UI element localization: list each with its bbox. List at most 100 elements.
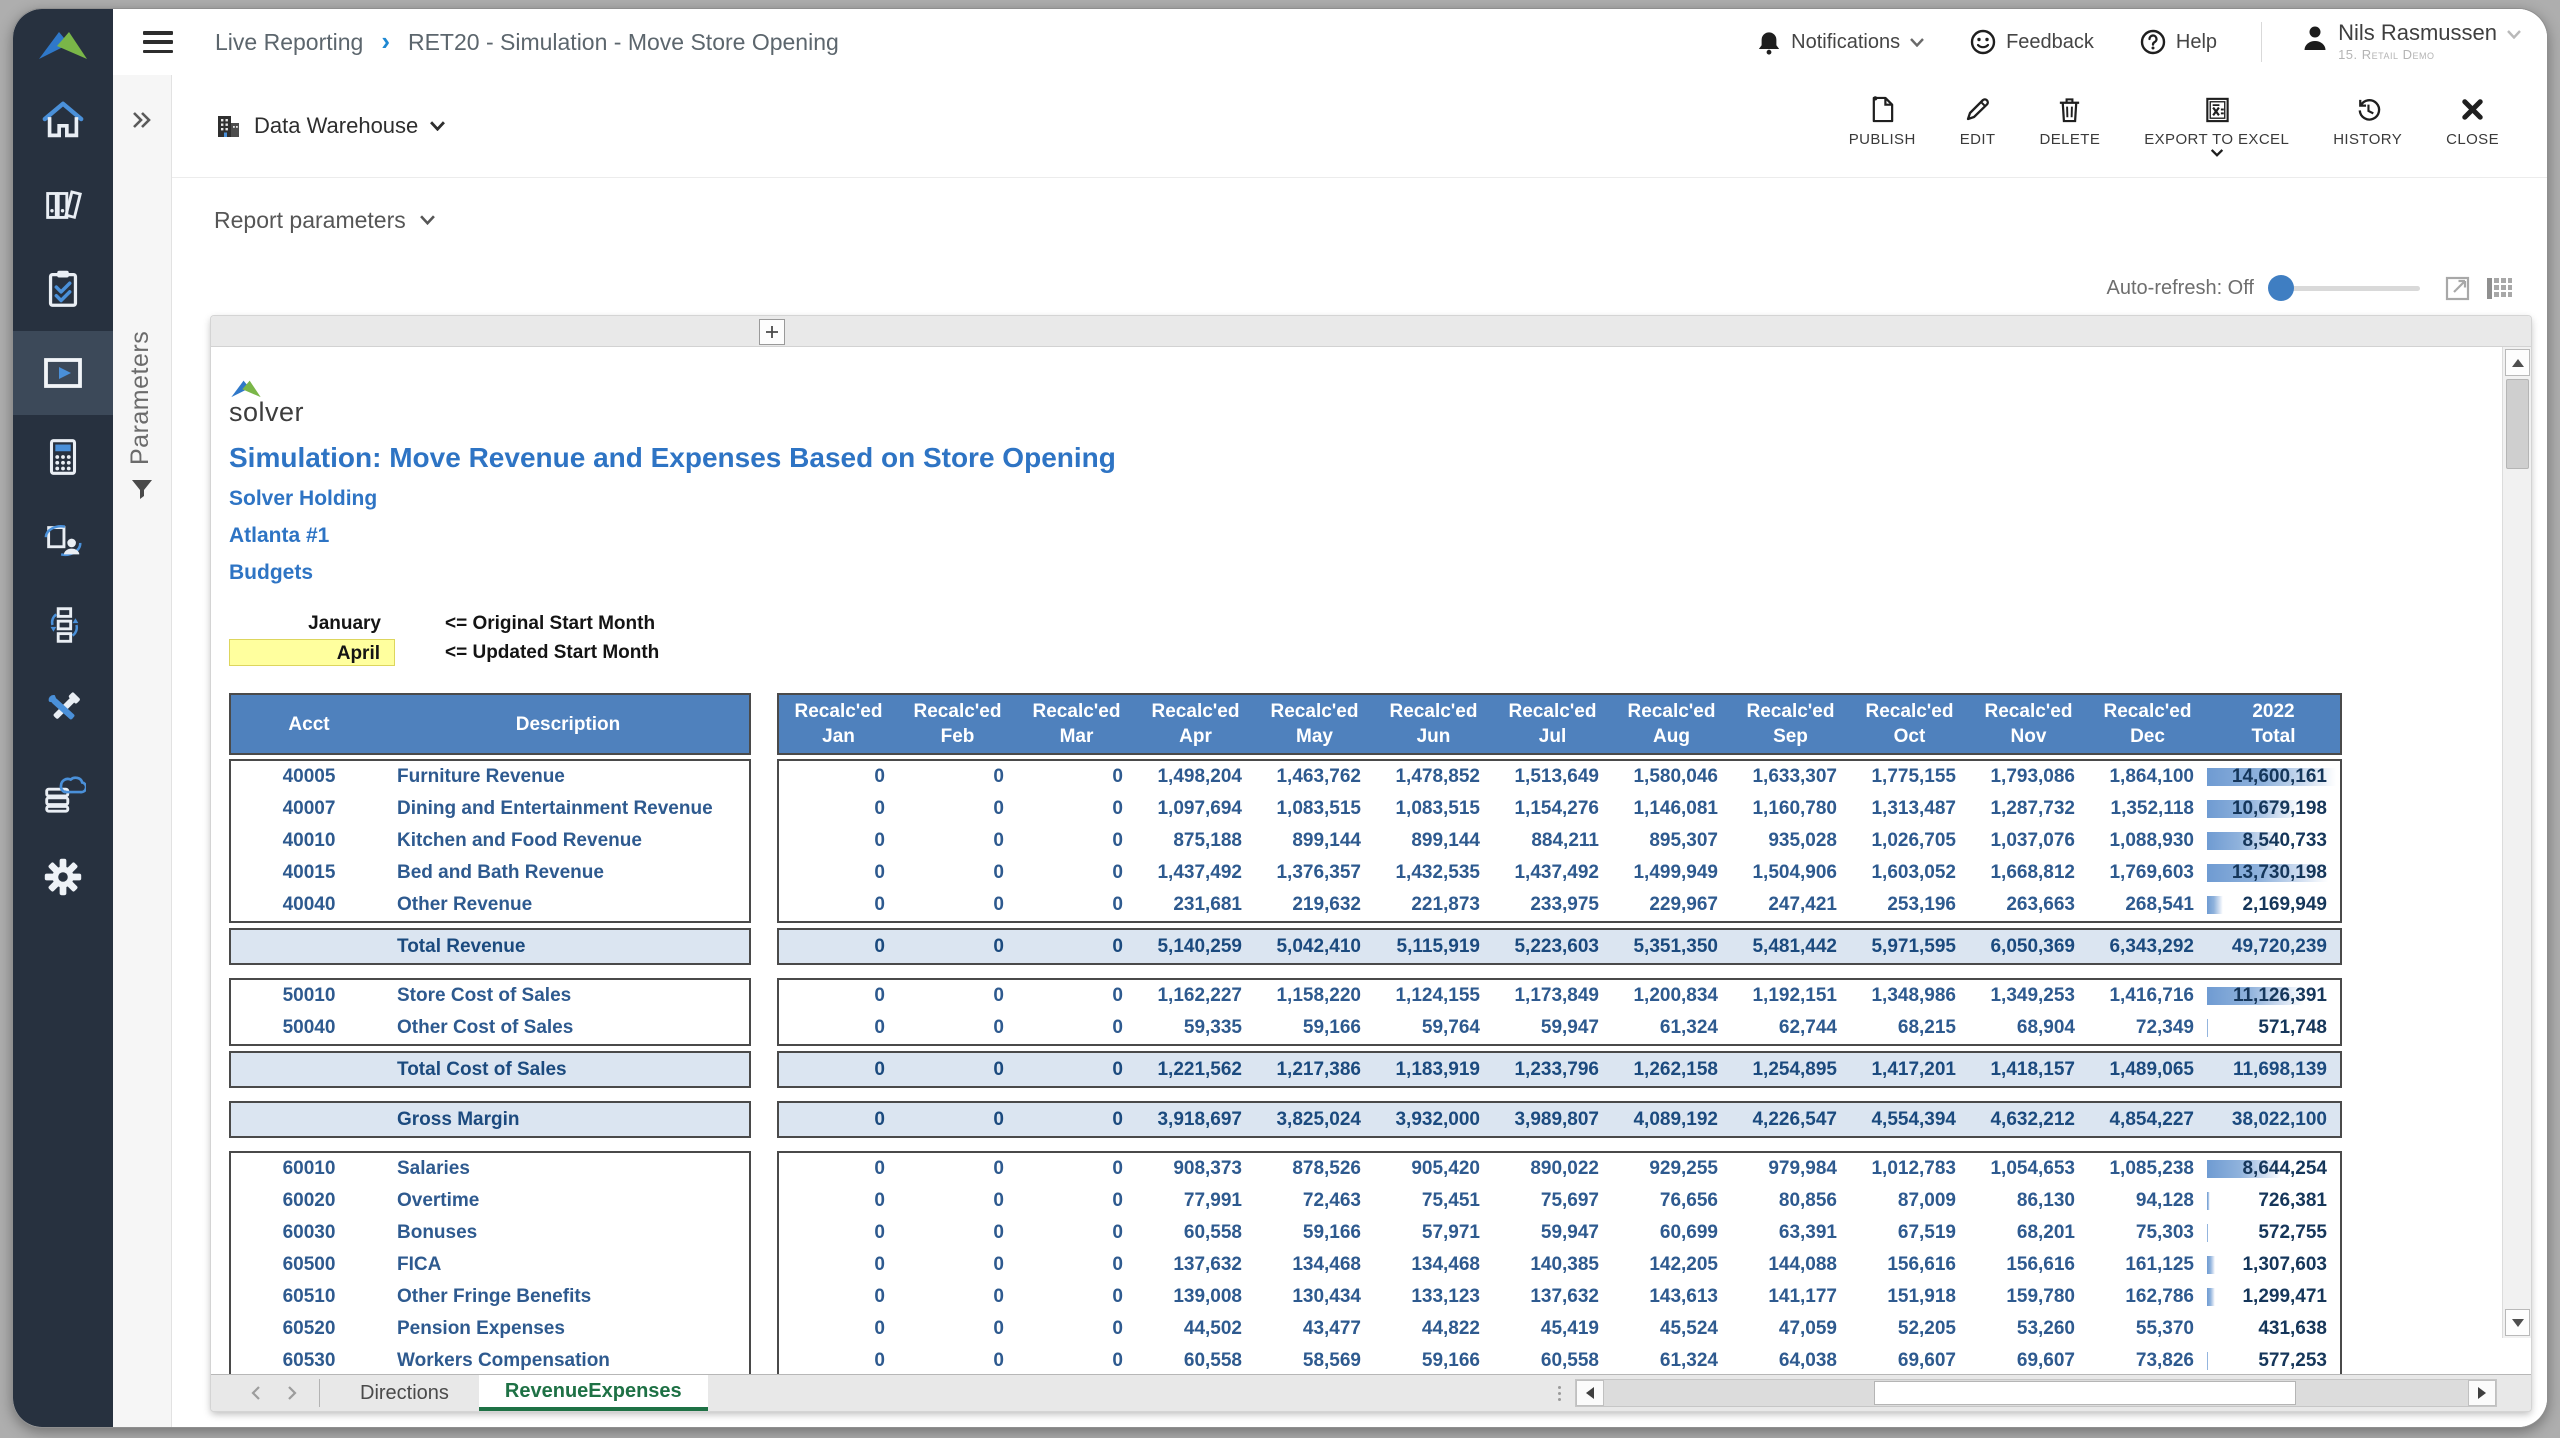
cell-month-value: 0 <box>898 1158 1017 1180</box>
header-month: Recalc'edAug <box>1612 695 1731 753</box>
next-sheet-icon[interactable] <box>287 1386 297 1400</box>
smiley-icon <box>1970 29 1996 55</box>
cell-month-value: 59,335 <box>1136 1017 1255 1039</box>
help-button[interactable]: Help <box>2140 29 2217 55</box>
table-view-icon[interactable] <box>2485 275 2513 302</box>
history-button[interactable]: HISTORY <box>2311 95 2424 148</box>
feedback-button[interactable]: Feedback <box>1970 29 2094 55</box>
parameters-label[interactable]: Parameters <box>126 215 155 465</box>
table-row: 00060,55858,56959,16660,55861,32464,0386… <box>779 1345 2340 1374</box>
slider-knob[interactable] <box>2268 275 2294 301</box>
cell-month-value: 905,420 <box>1374 1158 1493 1180</box>
cell-month-value: 142,205 <box>1612 1254 1731 1276</box>
cell-acct: 40015 <box>231 862 387 884</box>
cell-month-value: 875,188 <box>1136 830 1255 852</box>
table-section-total-cost-of-sales: Total Cost of Sales0001,221,5621,217,386… <box>229 1051 2531 1088</box>
expand-panel-icon[interactable] <box>131 111 153 134</box>
cell-month-value: 1,499,949 <box>1612 862 1731 884</box>
table-gap <box>751 693 777 755</box>
cell-month-value: 1,097,694 <box>1136 798 1255 820</box>
cell-month-value: 57,971 <box>1374 1222 1493 1244</box>
cell-total-value: 13,730,198 <box>2207 862 2340 884</box>
section-left-box: 40005Furniture Revenue40007Dining and En… <box>229 759 751 923</box>
report-logo: solver <box>229 377 319 428</box>
sidebar-item-calculator[interactable] <box>13 415 113 499</box>
app-window: Live Reporting › RET20 - Simulation - Mo… <box>12 8 2548 1428</box>
publish-button[interactable]: PUBLISH <box>1827 95 1938 148</box>
cell-total-value: 726,381 <box>2207 1190 2340 1212</box>
close-button[interactable]: CLOSE <box>2424 95 2521 148</box>
binders-icon <box>40 182 86 228</box>
section-right-box: 0001,498,2041,463,7621,478,8521,513,6491… <box>777 759 2342 923</box>
cell-month-value: 4,226,547 <box>1731 1109 1850 1131</box>
cell-month-value: 1,313,487 <box>1850 798 1969 820</box>
horizontal-scrollbar[interactable] <box>1575 1379 2497 1407</box>
sidebar-item-data-cloud[interactable] <box>13 751 113 835</box>
notifications-button[interactable]: Notifications <box>1757 29 1924 56</box>
cell-month-value: 72,349 <box>2088 1017 2207 1039</box>
cell-month-value: 63,391 <box>1731 1222 1850 1244</box>
user-menu[interactable]: Nils Rasmussen 15. Retail Demo <box>2302 22 2521 62</box>
auto-refresh-row: Auto-refresh: Off <box>172 262 2547 314</box>
cell-month-value: 895,307 <box>1612 830 1731 852</box>
cell-month-value: 87,009 <box>1850 1190 1969 1212</box>
warehouse-icon <box>214 112 242 140</box>
divider <box>319 1379 320 1407</box>
scroll-right-button[interactable] <box>2468 1380 2496 1406</box>
prev-sheet-icon[interactable] <box>251 1386 261 1400</box>
cell-acct: 60500 <box>231 1254 387 1276</box>
menu-icon[interactable] <box>143 31 173 53</box>
cell-month-value: 1,233,796 <box>1493 1059 1612 1081</box>
sidebar-item-process[interactable] <box>13 583 113 667</box>
table-gap <box>751 1101 777 1138</box>
section-left-box: 50010Store Cost of Sales50040Other Cost … <box>229 978 751 1046</box>
breadcrumb-section[interactable]: Live Reporting <box>215 29 363 56</box>
sidebar-item-settings[interactable] <box>13 835 113 919</box>
cell-month-value: 929,255 <box>1612 1158 1731 1180</box>
cell-month-value: 4,554,394 <box>1850 1109 1969 1131</box>
cell-month-value: 1,864,100 <box>2088 766 2207 788</box>
scroll-down-button[interactable] <box>2505 1309 2530 1336</box>
delete-button[interactable]: DELETE <box>2017 95 2122 148</box>
vertical-scrollbar[interactable] <box>2502 347 2531 1338</box>
cell-month-value: 0 <box>898 985 1017 1007</box>
sidebar-item-tools[interactable] <box>13 667 113 751</box>
vertical-scroll-thumb[interactable] <box>2506 379 2529 469</box>
scroll-left-button[interactable] <box>1576 1380 1604 1406</box>
cell-month-value: 3,825,024 <box>1255 1109 1374 1131</box>
sidebar-item-home[interactable] <box>13 79 113 163</box>
table-section-cost-of-sales: 50010Store Cost of Sales50040Other Cost … <box>229 978 2531 1046</box>
report-parameters-toggle[interactable]: Report parameters <box>214 207 435 234</box>
breadcrumb: Live Reporting › RET20 - Simulation - Mo… <box>215 29 839 56</box>
filter-icon[interactable] <box>130 477 154 506</box>
tab-revenue-expenses[interactable]: RevenueExpenses <box>479 1375 708 1411</box>
edit-button[interactable]: EDIT <box>1938 95 2018 148</box>
data-source-selector[interactable]: Data Warehouse <box>214 112 445 140</box>
export-to-excel-button[interactable]: EXPORT TO EXCEL <box>2122 95 2311 157</box>
auto-refresh-slider[interactable] <box>2270 275 2420 301</box>
sidebar-item-tasks[interactable] <box>13 247 113 331</box>
tab-directions[interactable]: Directions <box>330 1375 479 1411</box>
sidebar-item-reports[interactable] <box>13 331 113 415</box>
cell-month-value: 6,050,369 <box>1969 936 2088 958</box>
open-in-window-icon[interactable] <box>2444 275 2471 302</box>
sidebar-item-collaboration[interactable] <box>13 499 113 583</box>
cell-month-value: 0 <box>779 798 898 820</box>
home-icon <box>40 98 86 144</box>
table-row: 0001,162,2271,158,2201,124,1551,173,8491… <box>779 980 2340 1012</box>
report-logo-text: solver <box>229 397 319 428</box>
cell-month-value: 64,038 <box>1731 1350 1850 1372</box>
updated-start-month-cell[interactable]: April <box>229 639 395 666</box>
scroll-up-button[interactable] <box>2505 349 2530 376</box>
horizontal-scroll-thumb[interactable] <box>1874 1381 2296 1405</box>
table-row: 000231,681219,632221,873233,975229,96724… <box>779 889 2340 921</box>
cell-month-value: 0 <box>779 1222 898 1244</box>
horizontal-scroll-track[interactable] <box>1604 1380 2468 1406</box>
table-row: 00059,33559,16659,76459,94761,32462,7446… <box>779 1012 2340 1044</box>
sidebar-item-library[interactable] <box>13 163 113 247</box>
cell-month-value: 979,984 <box>1731 1158 1850 1180</box>
splitter-handle[interactable] <box>1558 1386 1561 1401</box>
cell-month-value: 133,123 <box>1374 1286 1493 1308</box>
cell-total-value: 11,126,391 <box>2207 985 2340 1007</box>
add-button[interactable] <box>759 319 785 345</box>
